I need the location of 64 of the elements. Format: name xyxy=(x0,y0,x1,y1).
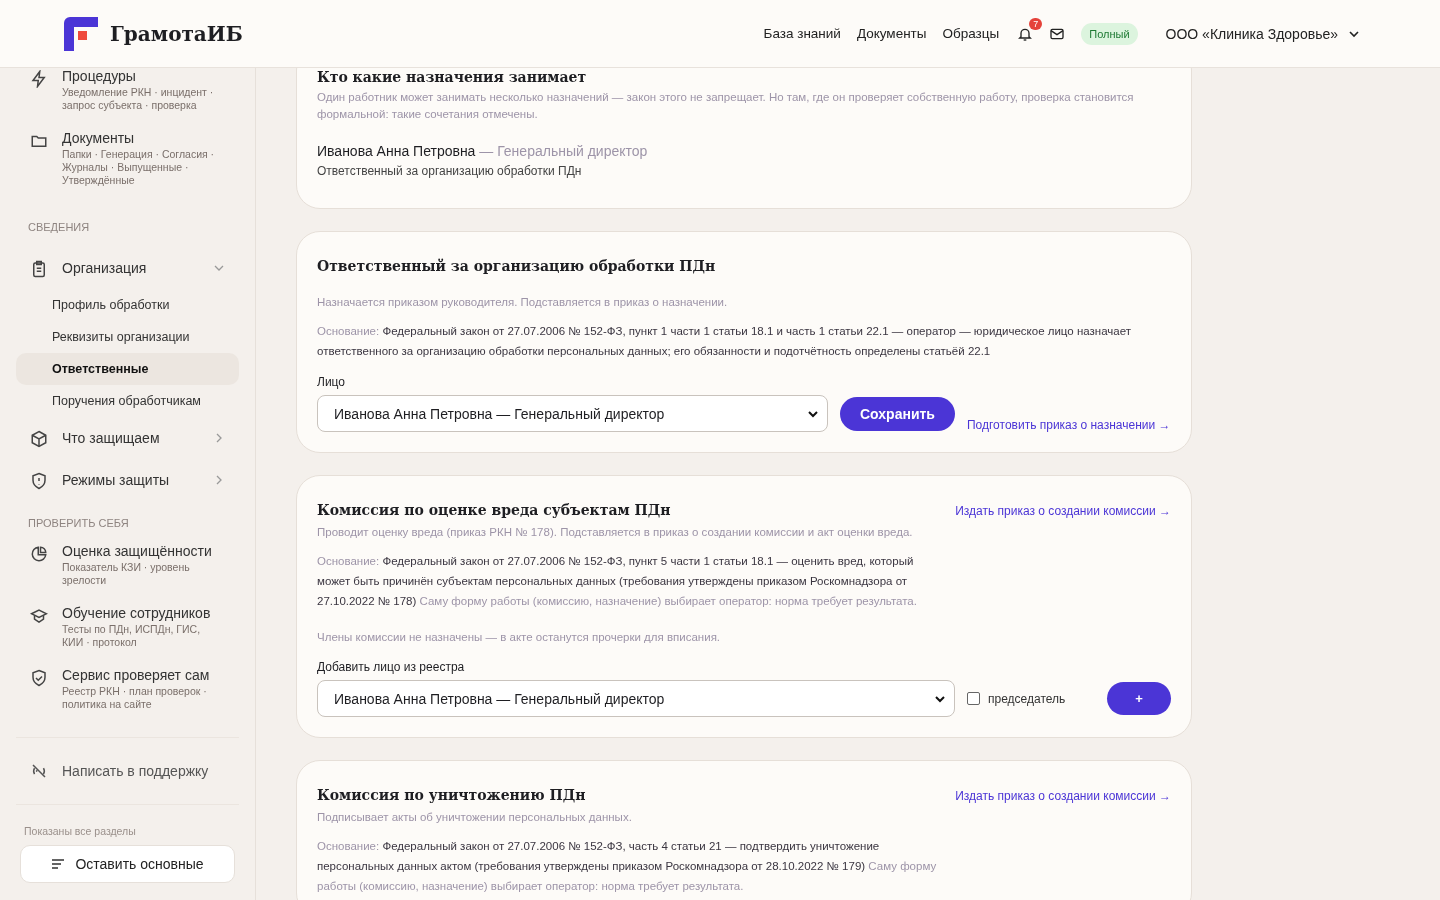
sidebar-subitem[interactable]: Поручения обработчикам xyxy=(16,385,239,417)
person-select[interactable]: Иванова Анна Петровна — Генеральный директор xyxy=(317,395,828,432)
card-description: Проводит оценку вреда (приказ РКН № 178). Подставляется в приказ о создании комиссии и акт оценки вреда. xyxy=(317,525,914,540)
item-subtitle: Папки · Генерация · Согласия · Журналы · Выпущенные · Утверждённые xyxy=(62,148,216,187)
card-description: Один работник может занимать несколько назначений — закон этого не запрещает. Но там, где он проверяет собственную работу, проверка становится формальной: такие сочетания отмечены. xyxy=(317,90,1135,122)
section-heading: ПРОВЕРИТЬ СЕБЯ xyxy=(28,517,130,529)
shield-check-icon xyxy=(30,669,48,687)
item-subtitle: Уведомление РКН · инцидент · запрос субъекта · проверка xyxy=(62,86,215,112)
sidebar-item[interactable]: Режимы защиты xyxy=(16,459,239,501)
checkbox-label: председатель xyxy=(988,691,1066,706)
order-link[interactable]: Издать приказ о создании комиссии → xyxy=(955,504,1171,518)
card-description: Подписывает акты об уничтожении персональных данных. xyxy=(317,810,633,825)
save-button[interactable]: Сохранить xyxy=(840,396,955,431)
sidebar-item[interactable]: Процедуры xyxy=(62,68,222,84)
cube-icon xyxy=(30,430,48,448)
card-title: Кто какие назначения занимает xyxy=(317,69,588,85)
section-heading: СВЕДЕНИЯ xyxy=(28,221,91,233)
plan-badge: Полный xyxy=(1081,22,1138,45)
person-name: Иванова Анна Петровна — Генеральный директор xyxy=(317,143,649,159)
notification-count: 7 xyxy=(1029,17,1043,30)
sidebar-item[interactable]: Организация xyxy=(16,247,239,289)
logo-text[interactable]: ГрамотаИБ xyxy=(110,21,243,46)
signal-off-icon xyxy=(30,762,48,780)
nav-link[interactable]: Образцы xyxy=(942,26,1000,41)
item-subtitle: Показатель КЗИ · уровень зрелости xyxy=(62,561,191,587)
empty-note: Члены комиссии не назначены — в акте останутся прочерки для вписания. xyxy=(317,630,722,645)
card-title: Комиссия по уничтожению ПДн xyxy=(317,787,586,803)
order-link[interactable]: Подготовить приказ о назначении → xyxy=(966,418,1171,432)
nav-link[interactable]: Документы xyxy=(856,26,927,41)
card-description: Назначается приказом руководителя. Подставляется в приказ о назначении. xyxy=(317,295,729,310)
list-icon xyxy=(51,858,66,870)
sidebar-subitem[interactable]: Реквизиты организации xyxy=(16,321,239,353)
nav-link[interactable]: База знаний xyxy=(763,26,841,41)
sidebar-item[interactable]: Документы xyxy=(62,130,222,146)
item-subtitle: Тесты по ПДн, ИСПДн, ГИС, КИИ · протокол xyxy=(62,623,202,649)
card-title: Ответственный за организацию обработки ПДн xyxy=(317,258,716,274)
sidebar-item[interactable]: Обучение сотрудников xyxy=(62,605,222,621)
sidebar-item[interactable]: Сервис проверяет сам xyxy=(62,667,222,683)
support-link[interactable]: Написать в поддержку xyxy=(62,763,209,779)
lightning-icon xyxy=(30,70,48,88)
clipboard-icon xyxy=(30,260,48,278)
field-label: Лицо xyxy=(317,375,346,389)
card-title: Комиссия по оценке вреда субъектам ПДн xyxy=(317,502,671,518)
field-label: Добавить лицо из реестра xyxy=(317,660,466,674)
sidebar-subitem[interactable]: Ответственные xyxy=(16,353,239,385)
shield-alert-icon xyxy=(30,472,48,490)
filter-note: Показаны все разделы xyxy=(24,825,137,837)
order-link[interactable]: Издать приказ о создании комиссии → xyxy=(955,789,1171,803)
organization-dropdown[interactable]: ООО «Клиника Здоровье» xyxy=(1159,24,1366,43)
legal-basis: Основание: Федеральный закон от 27.07.2006 № 152-ФЗ, пункт 1 части 1 статьи 18.1 и часть 1 статьи 22.1 — оператор — юридическое лицо назначает ответственного за организацию обработки персональных данных; его обязанности и подотчётность определены статьёй 22.1 xyxy=(317,324,1132,359)
add-button[interactable]: + xyxy=(1107,682,1171,715)
legal-basis: Основание: Федеральный закон от 27.07.2006 № 152-ФЗ, пункт 5 части 1 статьи 18.1 — оценить вред, который может быть причинён субъектам персональных данных (требования утверждены приказом Роскомнадзора от 27.10.2022 № 178) Саму форму работы (комиссию, назначение) выбирает оператор: норма требует результата. xyxy=(317,554,918,609)
sidebar-subitem[interactable]: Профиль обработки xyxy=(16,289,239,321)
logo-icon xyxy=(64,16,98,51)
checkbox[interactable] xyxy=(967,692,980,705)
pie-chart-icon xyxy=(30,545,48,563)
legal-basis: Основание: Федеральный закон от 27.07.2006 № 152-ФЗ, часть 4 статьи 21 — подтвердить уничтожение персональных данных актом (требования утверждены приказом Роскомнадзора от 28.10.2022 № 179) Саму форму работы (комиссию, назначение) выбирает оператор: норма требует результата. xyxy=(317,839,938,894)
item-subtitle: Реестр РКН · план проверок · политика на сайте xyxy=(62,685,208,711)
sidebar-item[interactable]: Оценка защищённости xyxy=(62,543,222,559)
graduation-cap-icon xyxy=(30,607,48,625)
person-select[interactable]: Иванова Анна Петровна — Генеральный директор xyxy=(317,680,955,717)
sidebar-item[interactable]: Что защищаем xyxy=(16,417,239,459)
filter-button[interactable]: Оставить основные xyxy=(20,845,235,883)
person-duty: Ответственный за организацию обработки ПДн xyxy=(317,164,583,178)
